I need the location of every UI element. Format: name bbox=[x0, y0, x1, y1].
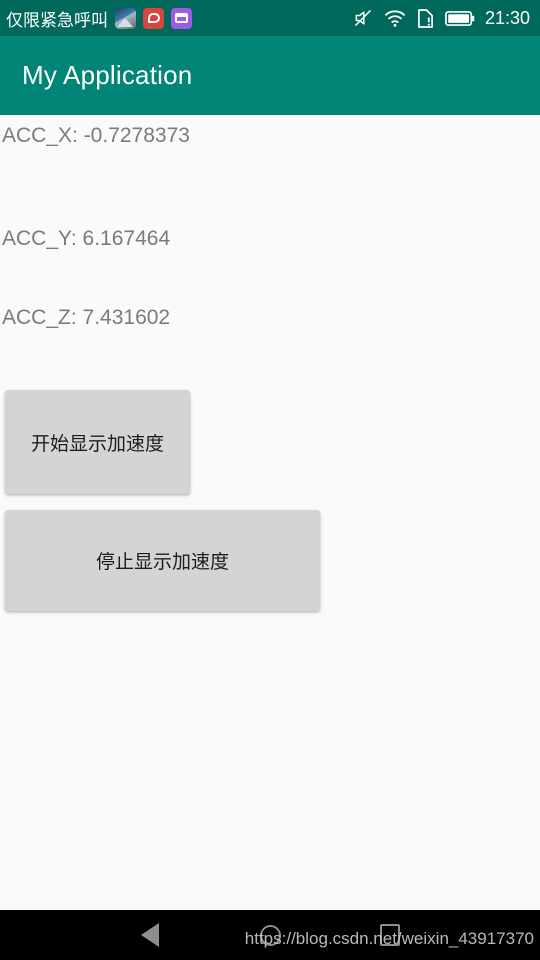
clock-label: 21:30 bbox=[484, 7, 530, 28]
recents-button[interactable] bbox=[345, 910, 435, 960]
cloud-glyph bbox=[147, 13, 160, 23]
recents-square-icon bbox=[380, 924, 400, 946]
wifi-icon bbox=[384, 10, 405, 27]
back-triangle-icon bbox=[141, 923, 159, 947]
purple-window-app-icon bbox=[171, 7, 192, 29]
acc-y-readout: ACC_Y: 6.167464 bbox=[2, 227, 171, 250]
window-glyph bbox=[175, 13, 188, 23]
home-button[interactable] bbox=[225, 910, 315, 960]
sim-alert-icon bbox=[417, 8, 433, 28]
carrier-label: 仅限紧急呼叫 bbox=[6, 10, 108, 31]
photo-app-icon bbox=[115, 7, 136, 29]
stop-accelerometer-button[interactable]: 停止显示加速度 bbox=[5, 510, 320, 611]
status-bar: 仅限紧急呼叫 21:30 bbox=[0, 0, 540, 36]
battery-icon bbox=[445, 10, 475, 26]
red-cloud-app-icon bbox=[143, 7, 164, 29]
acc-x-readout: ACC_X: -0.7278373 bbox=[2, 124, 190, 147]
page-title: My Application bbox=[22, 60, 193, 90]
mute-icon bbox=[354, 9, 371, 27]
status-bar-right: 21:30 bbox=[342, 8, 530, 29]
status-bar-left: 仅限紧急呼叫 bbox=[6, 6, 342, 31]
acc-z-readout: ACC_Z: 7.431602 bbox=[2, 306, 171, 329]
start-accelerometer-button[interactable]: 开始显示加速度 bbox=[5, 390, 190, 494]
navigation-bar bbox=[0, 910, 540, 960]
home-circle-icon bbox=[259, 924, 281, 946]
phone-screen: 仅限紧急呼叫 21:30 My Application ACC_X: -0.72… bbox=[0, 0, 540, 960]
app-bar: My Application bbox=[0, 36, 540, 115]
main-content: ACC_X: -0.7278373 ACC_Y: 6.167464 ACC_Z:… bbox=[0, 115, 540, 910]
back-button[interactable] bbox=[105, 910, 195, 960]
